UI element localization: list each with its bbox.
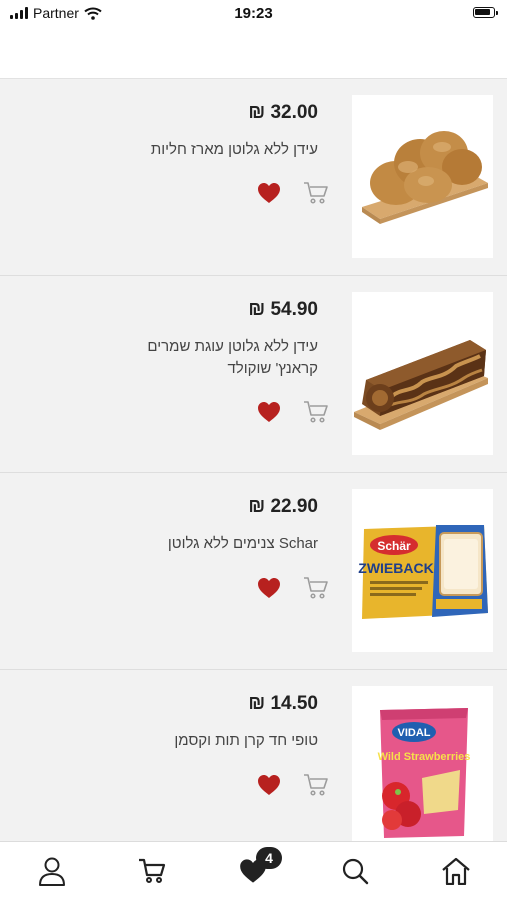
package-brand: Schär <box>377 539 411 553</box>
status-bar: Partner 19:23 <box>0 0 507 28</box>
favorite-heart-icon[interactable] <box>257 774 281 796</box>
package-brand: VIDAL <box>398 727 431 739</box>
favorites-count-badge: 4 <box>256 847 282 869</box>
add-to-cart-icon[interactable] <box>303 576 329 600</box>
add-to-cart-icon[interactable] <box>303 773 329 797</box>
product-name[interactable]: עידן ללא גלוטן עוגת שמרים קראנץ' שוקולד <box>118 336 318 380</box>
product-name[interactable]: Schar צנימים ללא גלוטן <box>118 533 318 555</box>
product-card[interactable]: ₪ 54.90 עידן ללא גלוטן עוגת שמרים קראנץ'… <box>0 276 507 473</box>
product-image-krantz-cake[interactable] <box>352 292 493 455</box>
product-list[interactable]: ₪ 32.00 עידן ללא גלוטן מארז חליות ₪ 54.9… <box>0 79 507 841</box>
product-card[interactable]: VIDAL Wild Strawberries ₪ 14.50 טופי חד … <box>0 670 507 841</box>
app-header <box>0 28 507 79</box>
profile-icon[interactable] <box>35 854 69 888</box>
product-name[interactable]: טופי חד קרן תות וקסמן <box>118 730 318 752</box>
add-to-cart-icon[interactable] <box>303 181 329 205</box>
product-price: ₪ 54.90 <box>248 299 318 320</box>
cart-icon[interactable] <box>135 854 169 888</box>
product-card[interactable]: ₪ 32.00 עידן ללא גלוטן מארז חליות <box>0 79 507 276</box>
product-image-schar-zwieback[interactable]: Schär ZWIEBACK <box>352 489 493 652</box>
package-title: Wild Strawberries <box>378 751 471 763</box>
product-image-vidal-strawberries[interactable]: VIDAL Wild Strawberries <box>352 686 493 841</box>
favorite-heart-icon[interactable] <box>257 401 281 423</box>
favorite-heart-icon[interactable] <box>257 577 281 599</box>
search-icon[interactable] <box>338 854 372 888</box>
product-image-challah[interactable] <box>352 95 493 258</box>
status-time: 19:23 <box>234 5 273 22</box>
product-price: ₪ 22.90 <box>248 496 318 517</box>
product-price: ₪ 14.50 <box>248 693 318 714</box>
package-title: ZWIEBACK <box>358 560 433 576</box>
product-price: ₪ 32.00 <box>248 102 318 123</box>
product-card[interactable]: Schär ZWIEBACK ₪ 22.90 Schar צנימים ללא … <box>0 473 507 670</box>
add-to-cart-icon[interactable] <box>303 400 329 424</box>
battery-icon <box>473 7 498 18</box>
favorite-heart-icon[interactable] <box>257 182 281 204</box>
product-name[interactable]: עידן ללא גלוטן מארז חליות <box>118 139 318 161</box>
bottom-tab-bar: 4 <box>0 841 507 901</box>
home-icon[interactable] <box>439 854 473 888</box>
